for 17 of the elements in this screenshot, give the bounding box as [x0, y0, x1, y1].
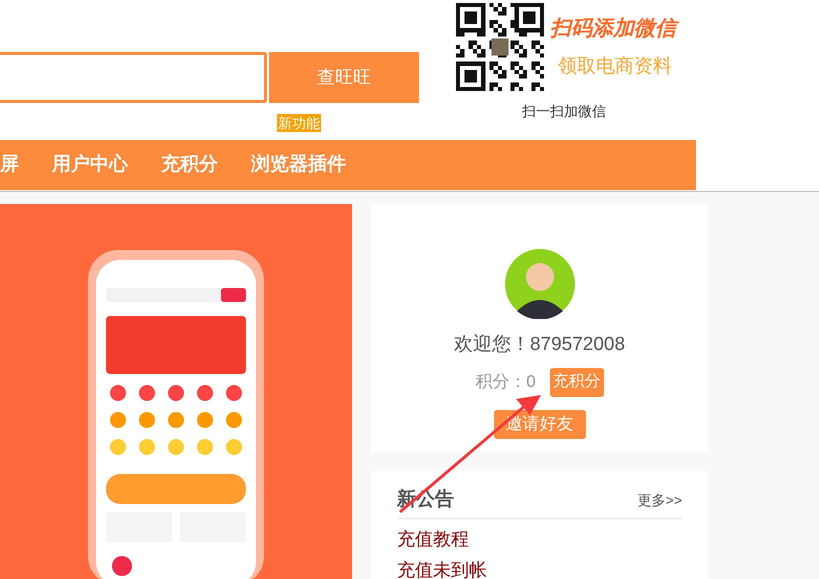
welcome-text: 欢迎您！879572008 [454, 333, 626, 357]
points-label: 积分：0 [475, 371, 536, 394]
qr-code-icon [456, 3, 544, 91]
nav-link[interactable]: 屏 [0, 150, 19, 180]
notice-link[interactable]: 充值未到帐 [397, 559, 682, 579]
recharge-points-button[interactable]: 充积分 [550, 368, 604, 396]
search-field[interactable] [0, 52, 267, 103]
notice-link[interactable]: 充值教程 [397, 528, 682, 550]
more-link[interactable]: 更多>> [638, 490, 682, 511]
wechat-caption: 扫一扫加微信 [522, 102, 606, 121]
search-button[interactable]: 查旺旺 [269, 52, 419, 103]
new-feature-badge: 新功能 [277, 114, 321, 132]
nav-link[interactable]: 充积分 [161, 150, 218, 180]
wechat-subline: 领取电商资料 [557, 54, 673, 78]
nav-link[interactable]: 浏览器插件 [251, 150, 346, 180]
nav-link[interactable]: 用户中心 [52, 150, 128, 180]
avatar-icon [504, 249, 574, 319]
